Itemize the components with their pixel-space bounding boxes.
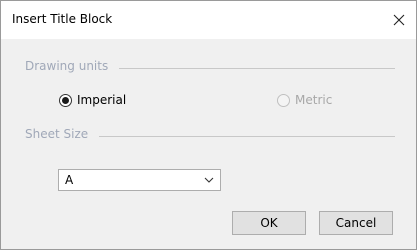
drawing-units-group-label: Drawing units — [25, 59, 113, 73]
radio-selected-dot — [62, 96, 69, 104]
insert-title-block-dialog: Insert Title Block Drawing units Imperia… — [0, 0, 417, 250]
metric-radio[interactable]: Metric — [277, 93, 332, 107]
chevron-down-icon — [204, 177, 214, 183]
close-button[interactable] — [382, 1, 416, 39]
title-bar[interactable]: Insert Title Block — [1, 1, 416, 39]
metric-radio-circle — [277, 93, 290, 107]
close-icon — [393, 14, 405, 26]
ok-button[interactable]: OK — [232, 211, 306, 235]
imperial-radio-circle — [59, 93, 72, 107]
sheet-size-value: A — [65, 173, 74, 187]
dialog-title: Insert Title Block — [12, 12, 113, 26]
metric-radio-label: Metric — [295, 93, 333, 107]
sheet-size-select[interactable]: A — [58, 169, 221, 191]
drawing-units-divider — [119, 68, 395, 69]
sheet-size-divider — [99, 136, 395, 137]
sheet-size-group-label: Sheet Size — [25, 127, 93, 141]
imperial-radio-label: Imperial — [77, 93, 127, 107]
imperial-radio[interactable]: Imperial — [59, 93, 126, 107]
cancel-button[interactable]: Cancel — [319, 211, 393, 235]
